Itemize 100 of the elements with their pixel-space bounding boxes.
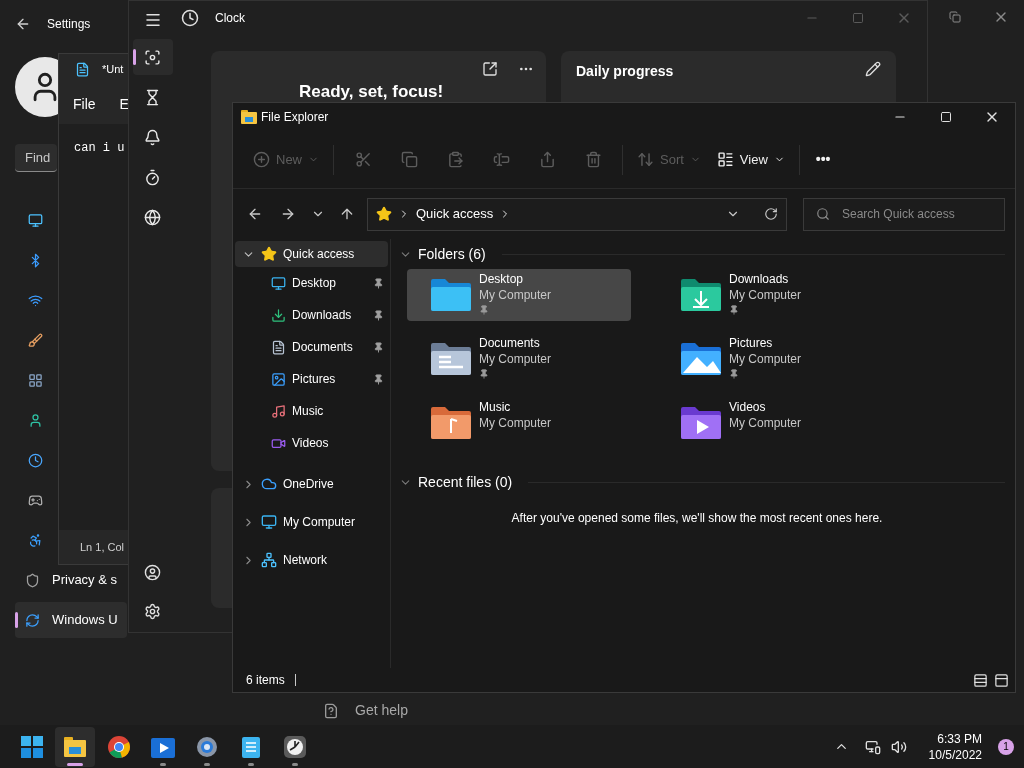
folder-icon <box>679 405 723 441</box>
globe-icon <box>144 208 161 226</box>
search-field[interactable]: Search Quick access <box>803 197 1005 231</box>
section-heading[interactable]: Recent files (0) <box>418 471 513 493</box>
hourglass-icon <box>144 88 161 106</box>
tree-item[interactable]: Pictures <box>233 363 390 395</box>
person-icon[interactable] <box>28 412 43 428</box>
gamepad-icon[interactable] <box>28 492 43 508</box>
pin-icon <box>729 369 739 379</box>
start-icon[interactable] <box>21 735 43 758</box>
rename-icon <box>492 151 510 168</box>
search-field[interactable]: Find <box>15 144 57 172</box>
video-player-icon <box>151 735 175 758</box>
tree-item[interactable]: Desktop <box>233 267 390 299</box>
update-icon <box>25 612 40 628</box>
tree-item[interactable]: OneDrive <box>235 471 388 497</box>
forward-button[interactable] <box>280 206 296 222</box>
window-title: *Unt <box>102 61 124 77</box>
tree-item[interactable]: Videos <box>233 427 390 459</box>
pin-icon <box>729 305 739 315</box>
focus-icon <box>144 48 161 66</box>
tree-item[interactable]: My Computer <box>235 509 388 535</box>
folder-tile[interactable]: Videos My Computer <box>657 397 881 449</box>
folder-icon <box>64 736 86 757</box>
network-icon[interactable] <box>864 738 881 755</box>
picture-icon <box>271 371 286 387</box>
window-title: Settings <box>47 16 91 33</box>
more-button[interactable]: ••• <box>805 142 841 177</box>
tree-item[interactable]: Network <box>235 547 388 573</box>
toolbar-button[interactable]: View <box>708 142 793 177</box>
network-icon <box>261 552 277 568</box>
star-icon <box>376 206 392 222</box>
refresh-icon[interactable] <box>764 207 778 221</box>
clock-app-icon <box>181 9 199 27</box>
taskbar-app[interactable] <box>55 726 95 767</box>
back-icon[interactable] <box>15 16 31 32</box>
monitor-icon[interactable] <box>28 212 43 228</box>
folder-tile[interactable]: Downloads My Computer <box>657 269 881 321</box>
wifi-icon[interactable] <box>28 292 43 308</box>
restore-icon <box>949 11 961 23</box>
notepad-icon <box>242 735 260 758</box>
folder-icon <box>429 405 473 441</box>
folder-tile[interactable]: Pictures My Computer <box>657 333 881 385</box>
empty-message: After you've opened some files, we'll show the most recent ones here. <box>511 510 883 527</box>
gear-icon <box>196 735 218 758</box>
search-icon <box>816 207 830 221</box>
document-icon <box>271 339 286 355</box>
card-title: Daily progress <box>576 62 674 81</box>
tree-item[interactable]: Documents <box>233 331 390 363</box>
clock-icon[interactable] <box>28 452 43 468</box>
nav-item[interactable]: Windows U <box>15 602 127 638</box>
monitor-icon <box>261 514 277 530</box>
volume-icon[interactable] <box>890 738 907 755</box>
music-icon <box>271 403 286 419</box>
address-text: Quick access <box>416 205 494 224</box>
help-link[interactable]: Get help <box>355 700 408 721</box>
list-view-icon <box>716 151 734 168</box>
edit-icon[interactable] <box>865 61 881 77</box>
tree-item[interactable]: Quick access <box>235 241 388 267</box>
account-icon[interactable] <box>144 564 161 581</box>
notification-badge[interactable]: 1 <box>998 738 1014 755</box>
folder-icon <box>429 277 473 313</box>
monitor-icon <box>271 275 286 291</box>
tree-item[interactable]: Downloads <box>233 299 390 331</box>
menu-icon[interactable] <box>143 11 162 29</box>
pin-icon <box>373 373 384 385</box>
details-view-icon[interactable] <box>973 672 988 688</box>
shield-icon <box>25 572 40 588</box>
tiles-view-icon[interactable] <box>994 672 1009 688</box>
menu-item[interactable]: E <box>119 93 129 115</box>
compact-view-icon[interactable] <box>482 61 498 77</box>
copy-icon <box>400 151 418 168</box>
bell-icon <box>144 128 161 146</box>
grid-icon[interactable] <box>28 372 43 388</box>
window-title: Clock <box>215 10 245 27</box>
maximize-icon <box>940 111 952 123</box>
back-button[interactable] <box>247 206 263 222</box>
address-bar[interactable]: Quick access <box>367 197 787 231</box>
status-text: Ln 1, Col <box>80 539 125 555</box>
menu-item[interactable]: File <box>73 93 96 115</box>
folder-tile[interactable]: Documents My Computer <box>407 333 631 385</box>
settings-icon[interactable] <box>144 603 161 620</box>
clipboard-icon <box>446 151 464 168</box>
accessibility-icon[interactable] <box>28 532 43 548</box>
up-button[interactable] <box>339 206 355 222</box>
maximize-icon <box>852 12 864 24</box>
brush-icon[interactable] <box>28 332 43 348</box>
pin-icon <box>373 309 384 321</box>
clock-icon <box>284 735 306 758</box>
nav-button[interactable] <box>132 39 173 75</box>
download-icon <box>271 307 286 323</box>
folder-tile[interactable]: Desktop My Computer <box>407 269 631 321</box>
cloud-icon <box>261 476 277 492</box>
clock-display[interactable]: 6:33 PM 10/5/2022 <box>928 730 982 763</box>
help-icon <box>323 702 339 719</box>
folder-tile[interactable]: Music My Computer <box>407 397 631 449</box>
nav-item[interactable]: Privacy & s <box>15 562 127 598</box>
tree-item[interactable]: Music <box>233 395 390 427</box>
document-text: can i u <box>74 141 125 155</box>
section-heading[interactable]: Folders (6) <box>418 243 486 265</box>
